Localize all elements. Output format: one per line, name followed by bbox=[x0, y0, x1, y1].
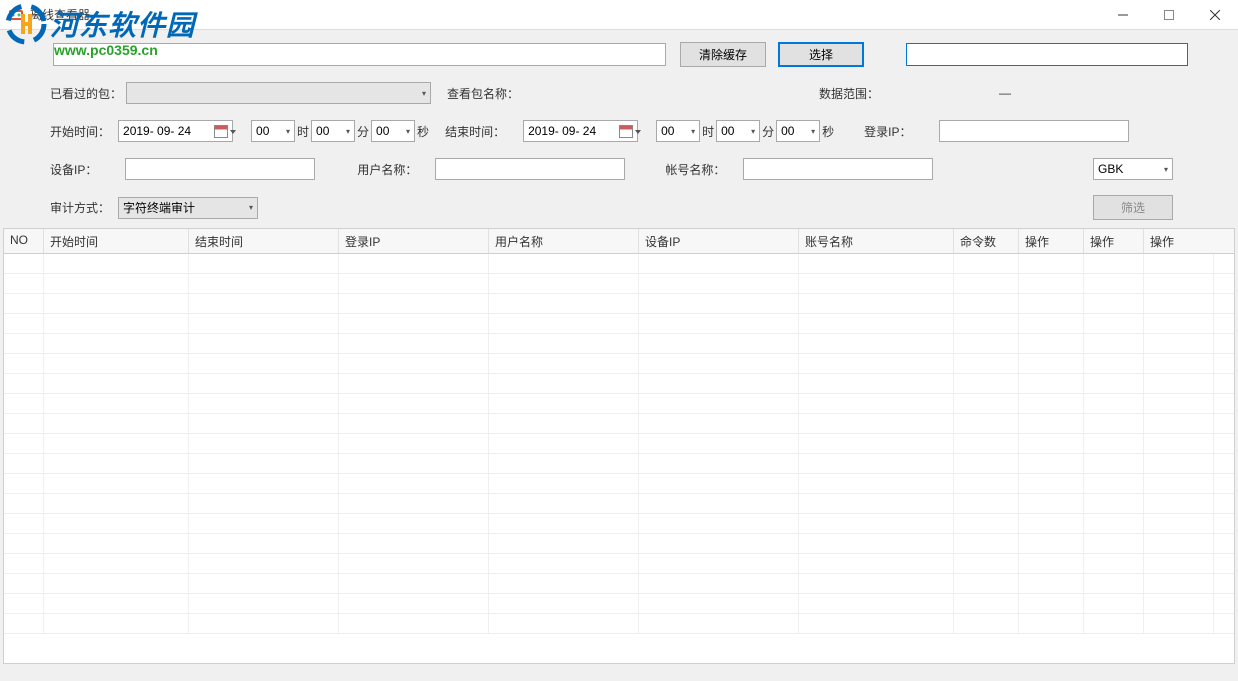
login-ip-label: 登录IP： bbox=[864, 123, 911, 140]
window-title: 离线查看器 bbox=[30, 6, 90, 23]
choose-button[interactable]: 选择 bbox=[778, 42, 864, 67]
table-row[interactable] bbox=[4, 394, 1234, 414]
col-op2[interactable]: 操作 bbox=[1084, 229, 1144, 253]
col-login-ip[interactable]: 登录IP bbox=[339, 229, 489, 253]
hour-unit-1: 时 bbox=[297, 123, 309, 140]
grid-header: NO 开始时间 结束时间 登录IP 用户名称 设备IP 账号名称 命令数 操作 … bbox=[4, 229, 1234, 254]
minute-unit-1: 分 bbox=[357, 123, 369, 140]
calendar-icon bbox=[214, 125, 228, 138]
table-row[interactable] bbox=[4, 514, 1234, 534]
package-path-input[interactable] bbox=[53, 43, 666, 66]
table-row[interactable] bbox=[4, 474, 1234, 494]
table-row[interactable] bbox=[4, 434, 1234, 454]
end-date-picker[interactable]: 2019- 09- 24 bbox=[523, 120, 638, 142]
col-cmd-count[interactable]: 命令数 bbox=[954, 229, 1019, 253]
calendar-icon bbox=[619, 125, 633, 138]
end-second-combo[interactable]: 00▾ bbox=[776, 120, 820, 142]
window-maximize-button[interactable] bbox=[1146, 0, 1192, 30]
window-close-button[interactable] bbox=[1192, 0, 1238, 30]
device-ip-label: 设备IP： bbox=[50, 161, 97, 178]
table-row[interactable] bbox=[4, 554, 1234, 574]
table-row[interactable] bbox=[4, 454, 1234, 474]
account-name-input[interactable] bbox=[743, 158, 933, 180]
filter-button[interactable]: 筛选 bbox=[1093, 195, 1173, 220]
data-range-value: — bbox=[999, 86, 1011, 100]
grid-body bbox=[4, 254, 1234, 634]
results-grid[interactable]: NO 开始时间 结束时间 登录IP 用户名称 设备IP 账号名称 命令数 操作 … bbox=[3, 228, 1235, 664]
user-name-input[interactable] bbox=[435, 158, 625, 180]
col-op3[interactable]: 操作 bbox=[1144, 229, 1214, 253]
end-time-label: 结束时间： bbox=[445, 123, 505, 140]
end-date-value: 2019- 09- 24 bbox=[528, 124, 596, 138]
login-ip-input[interactable] bbox=[939, 120, 1129, 142]
second-unit-2: 秒 bbox=[822, 123, 834, 140]
col-end-time[interactable]: 结束时间 bbox=[189, 229, 339, 253]
table-row[interactable] bbox=[4, 254, 1234, 274]
table-row[interactable] bbox=[4, 594, 1234, 614]
table-row[interactable] bbox=[4, 494, 1234, 514]
table-row[interactable] bbox=[4, 374, 1234, 394]
seen-package-combo[interactable]: ▾ bbox=[126, 82, 431, 104]
col-no[interactable]: NO bbox=[4, 229, 44, 253]
start-hour-combo[interactable]: 00▾ bbox=[251, 120, 295, 142]
table-row[interactable] bbox=[4, 574, 1234, 594]
start-time-label: 开始时间： bbox=[50, 123, 110, 140]
col-start-time[interactable]: 开始时间 bbox=[44, 229, 189, 253]
data-range-label: 数据范围： bbox=[819, 85, 879, 102]
clear-cache-button[interactable]: 清除缓存 bbox=[680, 42, 766, 67]
audit-method-label: 审计方式： bbox=[50, 199, 110, 216]
col-device-ip[interactable]: 设备IP bbox=[639, 229, 799, 253]
start-date-value: 2019- 09- 24 bbox=[123, 124, 191, 138]
table-row[interactable] bbox=[4, 334, 1234, 354]
col-op1[interactable]: 操作 bbox=[1019, 229, 1084, 253]
table-row[interactable] bbox=[4, 414, 1234, 434]
second-unit-1: 秒 bbox=[417, 123, 429, 140]
audit-method-combo[interactable]: 字符终端审计▾ bbox=[118, 197, 258, 219]
info-box[interactable] bbox=[906, 43, 1188, 66]
view-package-name-label: 查看包名称： bbox=[447, 85, 519, 102]
table-row[interactable] bbox=[4, 294, 1234, 314]
end-hour-combo[interactable]: 00▾ bbox=[656, 120, 700, 142]
table-row[interactable] bbox=[4, 354, 1234, 374]
start-minute-combo[interactable]: 00▾ bbox=[311, 120, 355, 142]
encoding-combo[interactable]: GBK▾ bbox=[1093, 158, 1173, 180]
window-minimize-button[interactable] bbox=[1100, 0, 1146, 30]
table-row[interactable] bbox=[4, 274, 1234, 294]
account-name-label: 帐号名称： bbox=[665, 161, 725, 178]
col-user-name[interactable]: 用户名称 bbox=[489, 229, 639, 253]
app-icon bbox=[8, 7, 24, 23]
start-second-combo[interactable]: 00▾ bbox=[371, 120, 415, 142]
device-ip-input[interactable] bbox=[125, 158, 315, 180]
table-row[interactable] bbox=[4, 534, 1234, 554]
table-row[interactable] bbox=[4, 314, 1234, 334]
hour-unit-2: 时 bbox=[702, 123, 714, 140]
table-row[interactable] bbox=[4, 614, 1234, 634]
seen-package-label: 已看过的包： bbox=[50, 85, 122, 102]
minute-unit-2: 分 bbox=[762, 123, 774, 140]
user-name-label: 用户名称： bbox=[357, 161, 417, 178]
start-date-picker[interactable]: 2019- 09- 24 bbox=[118, 120, 233, 142]
window-titlebar: 离线查看器 bbox=[0, 0, 1238, 30]
col-account[interactable]: 账号名称 bbox=[799, 229, 954, 253]
end-minute-combo[interactable]: 00▾ bbox=[716, 120, 760, 142]
